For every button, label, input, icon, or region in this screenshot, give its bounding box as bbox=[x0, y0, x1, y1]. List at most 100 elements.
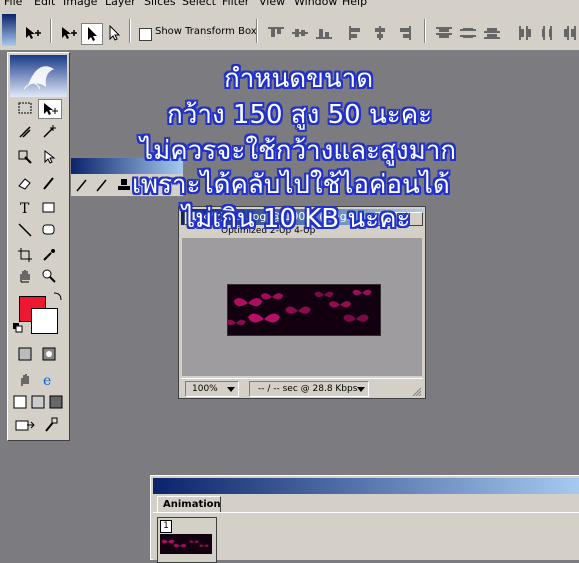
distribute-bottom-icon[interactable] bbox=[482, 23, 502, 43]
document-icon bbox=[184, 211, 199, 225]
eyedropper-tool-icon[interactable] bbox=[38, 246, 60, 264]
floating-palette bbox=[70, 157, 184, 197]
separator bbox=[129, 19, 131, 43]
menu-bar: File Edit Image Layer Slices Select Filt… bbox=[0, 0, 579, 9]
magic-wand-tool-icon[interactable] bbox=[38, 123, 60, 141]
distribute-right-icon[interactable] bbox=[560, 23, 579, 43]
animation-palette-titlebar[interactable] bbox=[153, 478, 579, 494]
direct-select-arrow-icon[interactable] bbox=[104, 23, 124, 43]
menu-edit[interactable]: Edit bbox=[34, 0, 55, 8]
show-transform-box-label: Show Transform Box bbox=[155, 26, 257, 37]
document-title: x7zJwJ1j.jpg @ 100% (Orig... bbox=[201, 210, 358, 223]
butterfly-image bbox=[227, 284, 381, 336]
resize-grip-icon[interactable] bbox=[411, 386, 422, 397]
toolbox-header-logo[interactable] bbox=[10, 55, 67, 97]
align-hcenter-icon[interactable] bbox=[370, 23, 390, 43]
menu-file[interactable]: File bbox=[4, 0, 22, 8]
animation-frames-area: 1 bbox=[153, 512, 579, 563]
menu-filter[interactable]: Filter bbox=[222, 0, 249, 8]
distribute-left-icon[interactable] bbox=[516, 23, 536, 43]
screen-mode-standard-icon[interactable] bbox=[12, 393, 28, 411]
eraser-tool-icon[interactable] bbox=[14, 174, 36, 192]
rounded-rect-tool-icon[interactable] bbox=[38, 221, 60, 239]
tab-animation[interactable]: Animation bbox=[157, 496, 221, 512]
floating-palette-titlebar[interactable] bbox=[71, 158, 183, 174]
maximize-button[interactable] bbox=[391, 212, 407, 226]
show-transform-box-checkbox[interactable] bbox=[139, 28, 152, 41]
download-time-dropdown[interactable]: -- / -- sec @ 28.8 Kbps bbox=[249, 381, 369, 397]
align-left-icon[interactable] bbox=[346, 23, 366, 43]
document-titlebar[interactable]: x7zJwJ1j.jpg @ 100% (Orig... bbox=[181, 209, 423, 226]
menu-select[interactable]: Select bbox=[182, 0, 216, 8]
overlay-line-3: ไม่ควรจะใช้กว้างและสูงมาก bbox=[140, 136, 457, 166]
menu-help[interactable]: Help bbox=[342, 0, 367, 8]
menu-layer[interactable]: Layer bbox=[105, 0, 136, 8]
animation-palette: Animation 1 bbox=[150, 475, 579, 563]
align-vcenter-icon[interactable] bbox=[290, 23, 310, 43]
move-tool-icon[interactable] bbox=[58, 23, 78, 43]
rectangle-tool-icon[interactable] bbox=[38, 199, 60, 217]
align-top-icon[interactable] bbox=[266, 23, 286, 43]
menu-window[interactable]: Window bbox=[294, 0, 337, 8]
zoom-value: 100% bbox=[192, 384, 218, 394]
overlay-line-1: กำหนดขนาด bbox=[224, 64, 374, 94]
distribute-top-icon[interactable] bbox=[434, 23, 454, 43]
screen-mode-full-icon[interactable] bbox=[48, 393, 64, 411]
canvas-area[interactable] bbox=[182, 238, 422, 376]
jump-to-imageready-icon[interactable] bbox=[14, 416, 36, 434]
frame-thumbnail bbox=[160, 534, 212, 554]
move-tool-icon[interactable] bbox=[38, 99, 62, 119]
crop-tool-icon[interactable] bbox=[14, 246, 36, 264]
menu-view[interactable]: View bbox=[259, 0, 285, 8]
document-tabs[interactable]: Optimized 2-Up 4-Up bbox=[181, 226, 423, 238]
line-tool-icon[interactable] bbox=[14, 221, 36, 239]
hand-tool-icon[interactable] bbox=[14, 267, 36, 285]
slice-select-tool-icon[interactable] bbox=[38, 148, 60, 166]
document-status-bar: 100% -- / -- sec @ 28.8 Kbps bbox=[181, 378, 423, 397]
palette-pencil-icon[interactable] bbox=[91, 176, 113, 194]
distribute-vcenter-icon[interactable] bbox=[458, 23, 478, 43]
distribute-hcenter-icon[interactable] bbox=[538, 23, 558, 43]
default-colors-icon[interactable] bbox=[13, 323, 23, 333]
brush-tool-icon[interactable] bbox=[38, 174, 60, 192]
align-right-icon[interactable] bbox=[394, 23, 414, 43]
svg-text:T: T bbox=[20, 201, 30, 216]
overlay-line-2: กว้าง 150 สูง 50 นะคะ bbox=[167, 100, 433, 130]
quick-mask-mode-icon[interactable] bbox=[38, 345, 60, 363]
options-bar-grip[interactable] bbox=[2, 14, 16, 46]
lasso-tool-icon[interactable] bbox=[14, 123, 36, 141]
standard-mode-icon[interactable] bbox=[14, 345, 36, 363]
selection-arrow-icon[interactable] bbox=[81, 23, 103, 45]
document-window: x7zJwJ1j.jpg @ 100% (Orig... Optimized 2… bbox=[178, 206, 426, 399]
palette-stamp-icon[interactable] bbox=[113, 176, 135, 194]
move-tool-preset-icon[interactable] bbox=[22, 23, 42, 43]
separator bbox=[424, 19, 426, 43]
document-tabs-label: Optimized 2-Up 4-Up bbox=[221, 226, 316, 236]
menu-image[interactable]: Image bbox=[63, 0, 97, 8]
internet-explorer-icon[interactable]: e bbox=[38, 371, 60, 389]
separator bbox=[256, 19, 258, 43]
crop-slice-tool-icon[interactable] bbox=[14, 148, 36, 166]
chevron-down-icon bbox=[227, 387, 235, 392]
close-button[interactable] bbox=[407, 212, 423, 226]
marquee-tool-icon[interactable] bbox=[14, 99, 36, 117]
palette-brush-icon[interactable] bbox=[71, 176, 93, 194]
type-tool-icon[interactable]: T bbox=[14, 199, 36, 217]
align-bottom-icon[interactable] bbox=[314, 23, 334, 43]
hand-pan-icon[interactable] bbox=[14, 371, 36, 389]
swap-colors-icon[interactable] bbox=[52, 290, 64, 302]
menu-slices[interactable]: Slices bbox=[144, 0, 176, 8]
minimize-button[interactable] bbox=[375, 212, 391, 226]
zoom-tool-icon[interactable] bbox=[38, 267, 60, 285]
edit-in-photoshop-icon[interactable] bbox=[40, 416, 62, 434]
background-color-swatch[interactable] bbox=[31, 308, 58, 334]
options-bar: Show Transform Box bbox=[0, 9, 579, 51]
palette-arrow-icon[interactable] bbox=[137, 176, 159, 194]
separator bbox=[50, 19, 52, 43]
chevron-down-icon bbox=[357, 387, 365, 392]
butterfly-art-icon bbox=[228, 289, 372, 326]
frame-number: 1 bbox=[160, 520, 172, 533]
screen-mode-full-menu-icon[interactable] bbox=[30, 393, 46, 411]
animation-frame[interactable]: 1 bbox=[157, 517, 217, 563]
zoom-dropdown[interactable]: 100% bbox=[185, 381, 239, 397]
